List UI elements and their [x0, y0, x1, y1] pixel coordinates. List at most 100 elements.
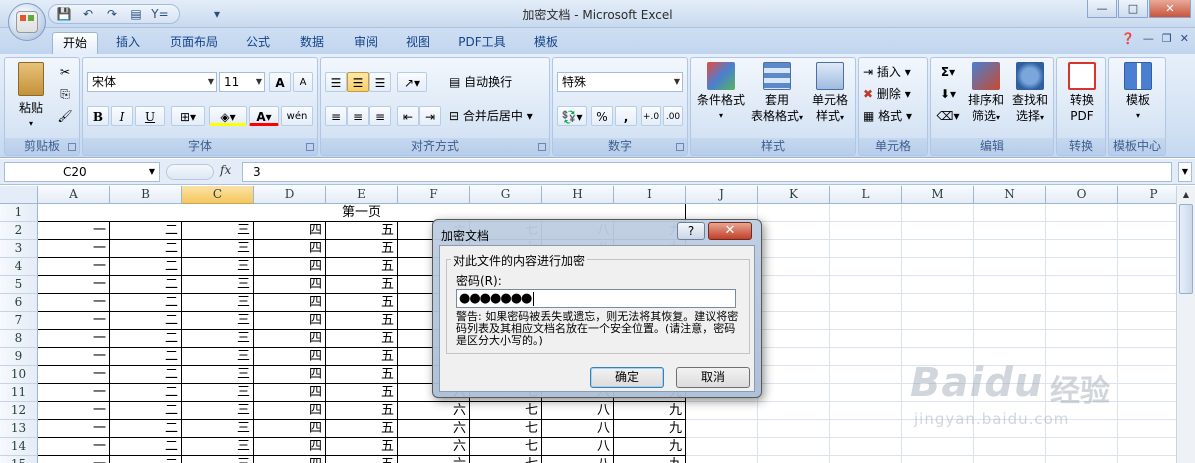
maximize-button[interactable]: □ — [1118, 0, 1148, 18]
cell-d10[interactable]: 四 — [254, 366, 326, 384]
increase-decimal-button[interactable]: +.0 — [641, 106, 661, 126]
cell-h13[interactable]: 八 — [542, 420, 614, 438]
tab-insert[interactable]: 插入 — [108, 32, 148, 54]
cell-i14[interactable]: 九 — [614, 438, 686, 456]
cell-c15[interactable]: 三 — [182, 456, 254, 463]
formula-splitter[interactable] — [166, 164, 214, 180]
cell-e4[interactable]: 五 — [326, 258, 398, 276]
sort-filter-button[interactable]: 排序和 筛选▾ — [965, 62, 1007, 126]
cell-b9[interactable]: 二 — [110, 348, 182, 366]
tab-pdf-tools[interactable]: PDF工具 — [452, 32, 512, 54]
copy-icon[interactable]: ⎘ — [55, 84, 75, 104]
border-button[interactable]: ⊞▾ — [171, 106, 205, 126]
cell-g13[interactable]: 七 — [470, 420, 542, 438]
cell-d13[interactable]: 四 — [254, 420, 326, 438]
cell-d3[interactable]: 四 — [254, 240, 326, 258]
column-header-p[interactable]: P — [1118, 186, 1176, 204]
clipboard-launcher-icon[interactable] — [68, 143, 76, 151]
font-color-button[interactable]: A▾ — [249, 106, 279, 126]
insert-function-icon[interactable]: fx — [220, 163, 231, 177]
cell-a3[interactable]: 一 — [38, 240, 110, 258]
column-header-h[interactable]: H — [542, 186, 614, 204]
cell-d14[interactable]: 四 — [254, 438, 326, 456]
tab-formulas[interactable]: 公式 — [238, 32, 278, 54]
cell-b5[interactable]: 二 — [110, 276, 182, 294]
ribbon-minimize-icon[interactable]: — — [1143, 32, 1154, 45]
cell-c9[interactable]: 三 — [182, 348, 254, 366]
ok-button[interactable]: 确定 — [590, 367, 664, 388]
dialog-close-button[interactable]: ✕ — [708, 222, 752, 240]
cell-b12[interactable]: 二 — [110, 402, 182, 420]
row-header-1[interactable]: 1 — [0, 204, 38, 222]
close-window-button[interactable]: ✕ — [1149, 0, 1191, 18]
find-select-button[interactable]: 查找和 选择▾ — [1009, 62, 1051, 126]
cell-e3[interactable]: 五 — [326, 240, 398, 258]
column-header-e[interactable]: E — [326, 186, 398, 204]
cell-styles-button[interactable]: 单元格 样式▾ — [805, 62, 855, 126]
row-header-8[interactable]: 8 — [0, 330, 38, 348]
row-header-15[interactable]: 15 — [0, 456, 38, 463]
select-all-corner[interactable] — [0, 186, 38, 204]
cell-c2[interactable]: 三 — [182, 222, 254, 240]
align-bottom-button[interactable]: ☰ — [369, 72, 391, 92]
tab-home[interactable]: 开始 — [52, 32, 98, 54]
currency-button[interactable]: 💱▾ — [557, 106, 587, 126]
row-header-12[interactable]: 12 — [0, 402, 38, 420]
cell-e13[interactable]: 五 — [326, 420, 398, 438]
cell-b11[interactable]: 二 — [110, 384, 182, 402]
row-header-7[interactable]: 7 — [0, 312, 38, 330]
phonetic-button[interactable]: wén — [281, 106, 313, 126]
cell-f15[interactable]: 六 — [398, 456, 470, 463]
cell-e2[interactable]: 五 — [326, 222, 398, 240]
font-size-combo[interactable]: 11 ▼ — [219, 72, 265, 92]
clear-button[interactable]: ⌫▾ — [935, 106, 961, 126]
cell-g14[interactable]: 七 — [470, 438, 542, 456]
cell-g12[interactable]: 七 — [470, 402, 542, 420]
cell-c6[interactable]: 三 — [182, 294, 254, 312]
cell-d9[interactable]: 四 — [254, 348, 326, 366]
cell-d5[interactable]: 四 — [254, 276, 326, 294]
format-cells-button[interactable]: ▦ 格式 ▾ — [863, 106, 925, 126]
fill-color-button[interactable]: ◈▾ — [209, 106, 247, 126]
decrease-indent-button[interactable]: ⇤ — [397, 106, 419, 126]
shrink-font-button[interactable]: A — [293, 72, 313, 92]
cell-e9[interactable]: 五 — [326, 348, 398, 366]
column-header-o[interactable]: O — [1046, 186, 1118, 204]
cell-b3[interactable]: 二 — [110, 240, 182, 258]
cell-c10[interactable]: 三 — [182, 366, 254, 384]
cell-c5[interactable]: 三 — [182, 276, 254, 294]
cell-c4[interactable]: 三 — [182, 258, 254, 276]
office-button[interactable] — [8, 3, 46, 41]
cell-a8[interactable]: 一 — [38, 330, 110, 348]
tab-review[interactable]: 审阅 — [346, 32, 386, 54]
cell-a11[interactable]: 一 — [38, 384, 110, 402]
wrap-text-button[interactable]: ▤ 自动换行 — [449, 72, 539, 92]
ribbon-close-icon[interactable]: ✕ — [1180, 32, 1189, 45]
cell-e15[interactable]: 五 — [326, 456, 398, 463]
cell-g15[interactable]: 七 — [470, 456, 542, 463]
column-header-d[interactable]: D — [254, 186, 326, 204]
cell-a15[interactable]: 一 — [38, 456, 110, 463]
cell-i13[interactable]: 九 — [614, 420, 686, 438]
increase-indent-button[interactable]: ⇥ — [419, 106, 441, 126]
row-header-2[interactable]: 2 — [0, 222, 38, 240]
cell-d8[interactable]: 四 — [254, 330, 326, 348]
cell-i12[interactable]: 九 — [614, 402, 686, 420]
row-header-9[interactable]: 9 — [0, 348, 38, 366]
italic-button[interactable]: I — [111, 106, 133, 126]
cell-c7[interactable]: 三 — [182, 312, 254, 330]
cell-c11[interactable]: 三 — [182, 384, 254, 402]
align-right-button[interactable]: ≡ — [369, 106, 391, 126]
column-header-c[interactable]: C — [182, 186, 254, 204]
row-header-14[interactable]: 14 — [0, 438, 38, 456]
format-painter-icon[interactable]: 🖌 — [55, 106, 75, 126]
help-icon[interactable]: ❓ — [1121, 32, 1135, 45]
scroll-up-icon[interactable]: ▲ — [1179, 188, 1193, 202]
template-button[interactable]: 模板 ▾ — [1113, 62, 1163, 124]
comma-button[interactable]: , — [615, 106, 637, 126]
cell-a14[interactable]: 一 — [38, 438, 110, 456]
row-header-13[interactable]: 13 — [0, 420, 38, 438]
column-header-n[interactable]: N — [974, 186, 1046, 204]
column-header-m[interactable]: M — [902, 186, 974, 204]
cell-c12[interactable]: 三 — [182, 402, 254, 420]
